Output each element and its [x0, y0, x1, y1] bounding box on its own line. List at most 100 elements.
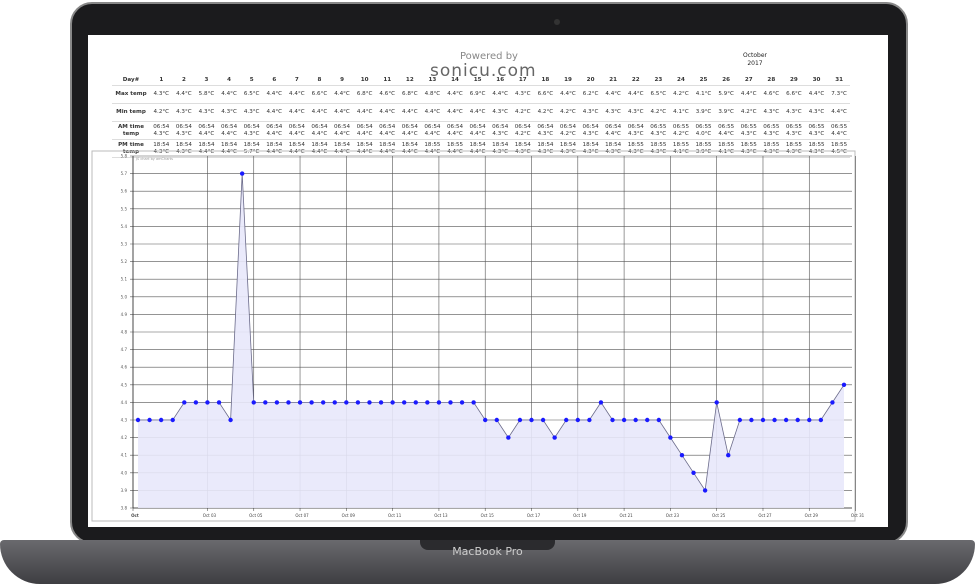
x-tick-label: Oct 17 [527, 513, 541, 518]
y-tick-label: 5.0 [121, 294, 128, 299]
y-tick-label: 5.2 [121, 259, 128, 264]
temperature-chart: 3.8 3.9 4.0 4.1 4.2 4.3 4.4 4.5 4.6 4.7 4.8 4.9 5.0 5… [91, 150, 865, 522]
data-point [737, 417, 743, 423]
x-tick-label: Oct 09 [342, 513, 356, 518]
data-point [679, 453, 685, 458]
y-tick-label: 4.8 [121, 330, 128, 335]
y-tick-label: 5.5 [121, 206, 128, 211]
data-point [425, 400, 430, 405]
data-point [783, 417, 789, 423]
data-point [726, 453, 731, 458]
x-tick-label: Oct 11 [388, 513, 402, 518]
data-point [320, 400, 326, 405]
data-point [448, 400, 453, 405]
y-tick-label: 5.3 [121, 242, 128, 247]
data-point [483, 417, 488, 423]
data-point [413, 400, 418, 405]
x-tick-label: Oct 25 [712, 513, 726, 518]
x-tick-label: Oct 05 [249, 513, 263, 518]
x-tick-label: Oct 03 [203, 513, 217, 518]
y-tick-label: 4.1 [121, 453, 128, 458]
data-point [691, 470, 696, 475]
y-tick-label: 3.9 [121, 488, 128, 493]
x-tick-label: Oct 15 [481, 513, 495, 518]
data-point [251, 400, 256, 405]
data-point [656, 417, 662, 423]
data-point [193, 400, 199, 405]
data-point [807, 417, 812, 423]
data-point [529, 417, 534, 423]
data-point [610, 417, 615, 423]
data-point [344, 400, 349, 405]
data-point [205, 400, 210, 405]
y-tick-label: 4.5 [121, 382, 128, 387]
data-point [378, 400, 384, 405]
data-point [760, 417, 766, 423]
y-tick-label: 5.1 [121, 277, 128, 282]
data-point [575, 417, 581, 423]
data-point [459, 400, 465, 405]
y-tick-label: 5.7 [121, 171, 128, 176]
data-point [170, 417, 175, 423]
data-point [239, 171, 245, 176]
area-fill [138, 173, 844, 508]
data-point [517, 417, 523, 423]
data-point [795, 417, 800, 423]
camera [554, 19, 560, 25]
y-tick-label: 5.4 [121, 224, 128, 229]
data-point [401, 400, 407, 405]
x-tick-label: Oct 07 [295, 513, 309, 518]
x-tick-label: Oct 29 [805, 513, 819, 518]
x-tick-label: Oct 31 [851, 513, 865, 518]
data-point [598, 400, 604, 405]
data-point [367, 400, 372, 405]
data-point [714, 400, 719, 405]
screen: Powered by sonicu.com October 2017 Day# 1 2… [88, 35, 888, 527]
data-point [818, 417, 824, 423]
data-point [216, 400, 222, 405]
x-tick-label: Oct 27 [758, 513, 772, 518]
data-point [621, 417, 627, 423]
x-tick-label: Oct [131, 513, 139, 518]
y-tick-label: 5.6 [121, 189, 128, 194]
data-point [494, 417, 499, 423]
x-tick-label: Oct 13 [434, 513, 448, 518]
data-point [668, 435, 673, 440]
y-tick-label: 4.7 [121, 347, 128, 352]
data-point [564, 417, 569, 423]
data-point [158, 417, 164, 423]
data-point [274, 400, 280, 405]
data-point [135, 417, 141, 423]
data-point [540, 417, 546, 423]
data-point [749, 417, 754, 423]
device-label: MacBook Pro [452, 545, 523, 558]
chart-credit: JS chart by amCharts [135, 157, 173, 161]
data-point [355, 400, 361, 405]
data-point [506, 435, 511, 440]
data-point [841, 382, 847, 387]
data-point [228, 417, 233, 423]
data-point [297, 400, 303, 405]
y-tick-label: 4.3 [121, 418, 128, 423]
data-point [436, 400, 442, 405]
x-tick-label: Oct 21 [619, 513, 633, 518]
data-point [702, 488, 708, 493]
data-point [772, 417, 777, 423]
x-tick-label: Oct 19 [573, 513, 587, 518]
y-tick-label: 4.2 [121, 435, 128, 440]
y-tick-label: 4.0 [121, 470, 128, 475]
data-point [332, 400, 337, 405]
data-point [633, 417, 638, 423]
data-point [309, 400, 314, 405]
data-point [390, 400, 395, 405]
data-point [286, 400, 291, 405]
y-tick-label: 3.8 [121, 506, 128, 511]
y-tick-label: 4.9 [121, 312, 128, 317]
data-point [587, 417, 592, 423]
data-point [552, 435, 557, 440]
data-point [830, 400, 835, 405]
data-point [263, 400, 268, 405]
data-point [471, 400, 476, 405]
y-tick-label: 4.6 [121, 365, 128, 370]
x-tick-label: Oct 23 [666, 513, 680, 518]
